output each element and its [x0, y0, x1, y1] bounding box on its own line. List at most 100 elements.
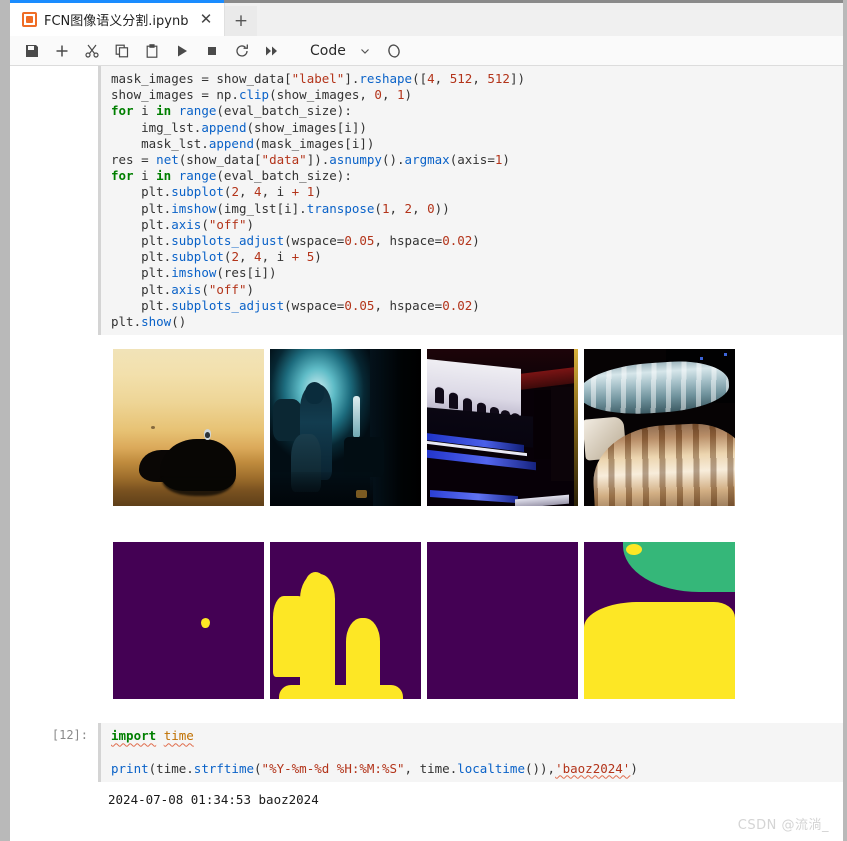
paste-button[interactable]	[138, 38, 166, 64]
photo3-window	[435, 385, 444, 404]
code-token: ()),	[524, 760, 556, 776]
kernel-status-button[interactable]	[380, 38, 408, 64]
cell-prompt-time: [12]:	[51, 728, 88, 743]
cell-prompt	[10, 66, 98, 335]
code-token: "data"	[261, 152, 307, 168]
code-token: plt.	[111, 265, 172, 281]
code-token: asnumpy	[329, 152, 382, 168]
photo3-right-strip	[574, 349, 578, 507]
mask-bird	[113, 542, 264, 700]
code-token: subplot	[171, 184, 224, 200]
close-icon[interactable]: ✕	[196, 10, 216, 30]
right-rail	[843, 0, 847, 841]
photo3-column	[533, 390, 551, 460]
code-token: 2	[231, 249, 239, 265]
code-token: 'baoz2024'	[555, 760, 631, 776]
toolbar: Code	[10, 36, 843, 66]
code-token: append	[201, 119, 247, 135]
code-token: , hspace	[374, 297, 435, 313]
cut-button[interactable]	[78, 38, 106, 64]
save-button[interactable]	[18, 38, 46, 64]
new-tab-button[interactable]: +	[225, 6, 257, 36]
code-token: axis	[171, 216, 202, 232]
code-editor-time[interactable]: import time print(time.strftime("%Y-%m-%…	[98, 723, 843, 782]
code-token: =	[201, 71, 217, 86]
code-token: 4	[254, 249, 262, 265]
code-token: show_data[	[216, 71, 292, 86]
photo2-spot	[356, 490, 368, 499]
notebook-scroll-area[interactable]: mask_images = show_data["label"].reshape…	[10, 66, 843, 841]
code-token: 0.02	[442, 233, 473, 249]
photo3-blue-awning-3	[430, 489, 518, 504]
code-token: clip	[238, 87, 270, 103]
code-token: subplots_adjust	[171, 233, 285, 249]
code-token: show	[141, 314, 172, 330]
code-token: img_lst.	[111, 119, 202, 135]
photo-sunset-bird-on-rocks	[113, 349, 264, 507]
photo2-floor	[270, 471, 373, 507]
code-token: plt.	[111, 281, 172, 297]
code-token: (mask_images[i])	[254, 135, 375, 151]
tab-title: FCN图像语义分割.ipynb	[44, 14, 189, 29]
code-token: res	[111, 152, 142, 168]
chevron-down-icon[interactable]	[352, 38, 378, 64]
code-token: (wspace	[284, 233, 337, 249]
tab-notebook[interactable]: FCN图像语义分割.ipynb ✕	[10, 0, 225, 36]
code-token: i	[133, 103, 157, 119]
code-token: )	[472, 297, 480, 313]
code-token: )	[630, 760, 638, 776]
code-token: import	[111, 728, 157, 744]
code-token: transpose	[306, 200, 375, 216]
refresh-icon	[236, 43, 248, 57]
code-token: np.	[216, 87, 239, 103]
code-token: ))	[434, 200, 450, 216]
code-token: "%Y-%m-%d %H:%M:%S"	[261, 760, 405, 776]
code-token: 0	[427, 200, 435, 216]
code-token: (	[201, 216, 209, 232]
copy-button[interactable]	[108, 38, 136, 64]
photo3-window	[449, 390, 458, 409]
code-token: range	[178, 168, 217, 184]
code-token: 1	[397, 87, 405, 103]
copy-icon	[115, 44, 129, 57]
run-button[interactable]	[168, 38, 196, 64]
code-token: (wspace	[284, 297, 337, 313]
fast-forward-icon	[266, 46, 277, 55]
code-token: axis	[171, 281, 202, 297]
code-token: time	[163, 728, 194, 744]
code-token: for	[111, 168, 134, 184]
code-token: in	[156, 103, 172, 119]
code-token: (show_images,	[269, 87, 375, 103]
photo2-head-1	[304, 382, 324, 405]
code-token: 4	[254, 184, 262, 200]
restart-button[interactable]	[228, 38, 256, 64]
insert-cell-button[interactable]	[48, 38, 76, 64]
scissors-icon	[85, 44, 99, 58]
stop-button[interactable]	[198, 38, 226, 64]
code-cell-time[interactable]: [12]: import time print(time.strftime("%…	[10, 723, 843, 782]
code-token: )	[314, 249, 322, 265]
code-token: reshape	[359, 71, 413, 86]
code-token: "off"	[208, 216, 247, 232]
photo4-blue-dot	[700, 357, 703, 361]
code-editor-plot[interactable]: mask_images = show_data["label"].reshape…	[98, 66, 843, 336]
code-token: plt.	[111, 216, 172, 232]
watermark: CSDN @流淌_	[737, 818, 829, 833]
photo-pipe-closeup	[584, 349, 735, 507]
code-cell-plot[interactable]: mask_images = show_data["label"].reshape…	[10, 66, 843, 336]
code-token: localtime	[457, 760, 525, 776]
mask-person-base	[279, 685, 403, 700]
photo2-lamp	[353, 396, 361, 439]
cell-type-select[interactable]: Code	[310, 43, 346, 59]
code-token: =	[487, 152, 495, 168]
code-token: )	[472, 233, 480, 249]
chevron-down-glyph	[360, 48, 369, 54]
code-token: argmax	[404, 152, 450, 168]
restart-run-all-button[interactable]	[258, 38, 286, 64]
photo4-metal-pipe	[584, 358, 731, 419]
code-token: 0.05	[344, 233, 375, 249]
cell-spacer	[10, 699, 843, 724]
